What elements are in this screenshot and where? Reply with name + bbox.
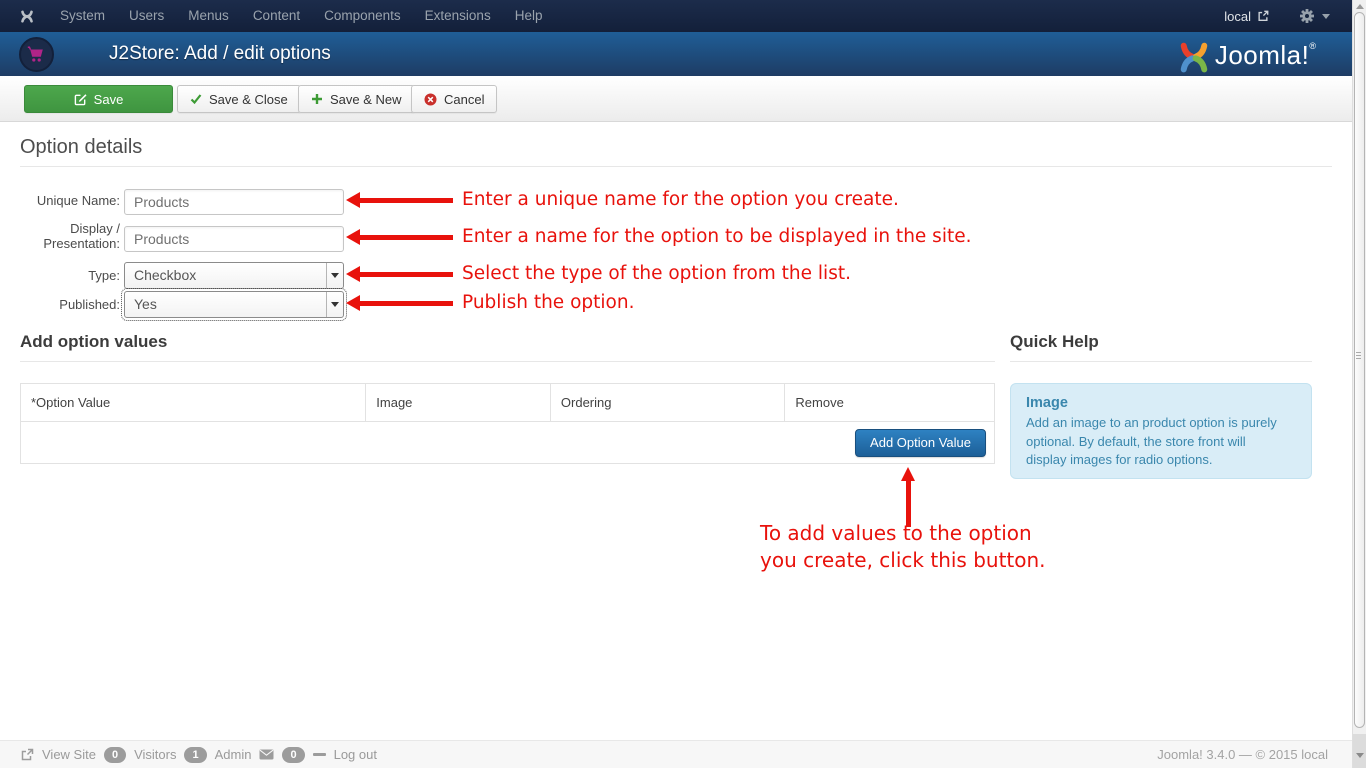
messages-icon[interactable] [259, 749, 274, 760]
menu-components[interactable]: Components [312, 0, 413, 32]
registered-mark: ® [1309, 41, 1316, 51]
quick-help-heading: Quick Help [1010, 332, 1099, 352]
check-icon [190, 93, 202, 105]
annotation-arrow [346, 192, 360, 208]
version-text: Joomla! 3.4.0 — © 2015 local [1157, 747, 1328, 762]
column-image: Image [365, 384, 550, 421]
column-remove: Remove [784, 384, 994, 421]
published-select-value: Yes [134, 296, 157, 312]
display-presentation-label: Display / Presentation: [0, 221, 120, 251]
view-site-icon [20, 748, 34, 762]
cancel-circle-icon [424, 93, 437, 106]
help-box-title: Image [1026, 395, 1296, 411]
joomla-mark-icon [18, 7, 36, 25]
visitors-count-badge: 0 [104, 747, 126, 763]
menu-users[interactable]: Users [117, 0, 176, 32]
quick-help-box: Image Add an image to an product option … [1010, 383, 1312, 479]
top-menu-bar: System Users Menus Content Components Ex… [0, 0, 1352, 32]
cart-icon [27, 46, 46, 63]
view-site-link-top[interactable]: local [1224, 9, 1269, 24]
published-label: Published: [0, 297, 120, 312]
select-caret [326, 292, 343, 317]
admin-count-badge: 1 [184, 747, 206, 763]
save-and-new-button[interactable]: Save & New [298, 85, 415, 113]
annotation-line-1: To add values to the option [760, 520, 1046, 547]
scrollbar-track-bottom[interactable] [1353, 734, 1366, 768]
menu-help[interactable]: Help [503, 0, 555, 32]
menu-system[interactable]: System [48, 0, 117, 32]
save-and-close-button[interactable]: Save & Close [177, 85, 301, 113]
scrollbar-grip [1356, 352, 1361, 353]
scrollbar-thumb[interactable] [1354, 12, 1365, 728]
plus-icon [311, 93, 323, 105]
annotation-display: Enter a name for the option to be displa… [462, 226, 971, 247]
site-name: local [1224, 9, 1251, 24]
annotation-arrow-line [359, 198, 453, 203]
annotation-arrow-up [901, 467, 915, 481]
caret-down-icon [331, 273, 339, 278]
display-presentation-input[interactable] [124, 226, 344, 252]
scroll-down-arrow-icon[interactable] [1356, 753, 1364, 758]
published-select[interactable]: Yes [124, 291, 344, 318]
annotation-arrow-line [359, 235, 453, 240]
table-body-row: Add Option Value [21, 422, 994, 463]
add-option-values-heading: Add option values [20, 332, 167, 352]
j2store-logo [19, 37, 54, 72]
menu-content[interactable]: Content [241, 0, 312, 32]
divider [20, 166, 1332, 167]
caret-down-icon [331, 302, 339, 307]
logout-icon [313, 753, 326, 756]
chevron-down-icon [1322, 14, 1330, 19]
annotation-arrow [346, 266, 360, 282]
add-option-value-button[interactable]: Add Option Value [855, 429, 986, 457]
external-link-icon [1257, 10, 1269, 22]
cancel-button[interactable]: Cancel [411, 85, 497, 113]
unique-name-input[interactable] [124, 189, 344, 215]
toolbar: Save Save & Close Save & New Cancel [0, 76, 1352, 122]
page-header: J2Store: Add / edit options Joomla! ® [0, 32, 1352, 76]
column-option-value: *Option Value [21, 384, 365, 421]
annotation-published: Publish the option. [462, 292, 634, 313]
annotation-arrow [346, 295, 360, 311]
menu-extensions[interactable]: Extensions [413, 0, 503, 32]
messages-count-badge: 0 [282, 747, 304, 763]
vertical-scrollbar[interactable] [1352, 0, 1366, 768]
annotation-add-button: To add values to the option you create, … [760, 520, 1046, 574]
admin-screen: System Users Menus Content Components Ex… [0, 0, 1366, 768]
annotation-line-2: you create, click this button. [760, 547, 1046, 574]
annotation-arrow-line [359, 272, 453, 277]
annotation-arrow [346, 229, 360, 245]
annotation-arrow-line [359, 301, 453, 306]
status-bar: View Site 0 Visitors 1 Admin 0 Log out J… [0, 740, 1352, 768]
save-icon [74, 93, 87, 106]
gear-icon [1299, 8, 1315, 24]
save-button[interactable]: Save [24, 85, 173, 113]
joomla-star-icon [1173, 37, 1215, 75]
admin-label: Admin [215, 747, 252, 762]
option-details-heading: Option details [20, 136, 142, 159]
divider [20, 361, 995, 362]
view-site-link[interactable]: View Site [42, 747, 96, 762]
joomla-logo-text: Joomla! [1215, 37, 1310, 73]
unique-name-label: Unique Name: [0, 193, 120, 208]
menu-menus[interactable]: Menus [176, 0, 241, 32]
user-settings-menu[interactable] [1299, 8, 1330, 24]
admin-menu: System Users Menus Content Components Ex… [48, 0, 554, 32]
column-ordering: Ordering [550, 384, 785, 421]
type-select[interactable]: Checkbox [124, 262, 344, 289]
annotation-type: Select the type of the option from the l… [462, 263, 851, 284]
divider [1010, 361, 1312, 362]
option-values-table: *Option Value Image Ordering Remove Add … [20, 383, 995, 464]
help-box-text: Add an image to an product option is pur… [1026, 414, 1278, 470]
table-header-row: *Option Value Image Ordering Remove [21, 384, 994, 422]
select-caret [326, 263, 343, 288]
joomla-logo: Joomla! ® [1173, 37, 1316, 75]
type-select-value: Checkbox [134, 267, 196, 283]
logout-link[interactable]: Log out [334, 747, 377, 762]
page-title: J2Store: Add / edit options [109, 43, 331, 65]
scroll-up-arrow-icon[interactable] [1356, 4, 1364, 9]
type-label: Type: [0, 268, 120, 283]
annotation-unique-name: Enter a unique name for the option you c… [462, 189, 899, 210]
visitors-label: Visitors [134, 747, 176, 762]
